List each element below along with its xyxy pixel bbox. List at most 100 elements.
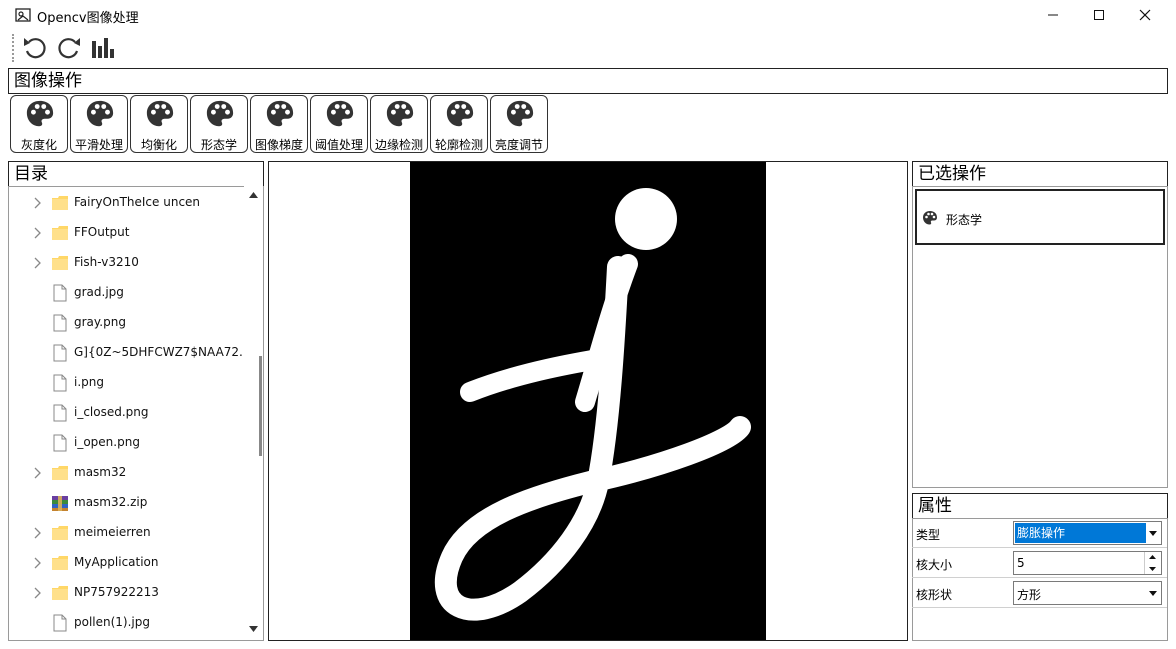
op-button-label: 平滑处理 (74, 138, 123, 152)
close-button[interactable] (1122, 0, 1168, 30)
op-button[interactable]: 形态学 (190, 95, 248, 153)
tree-item-label: MyApplication (74, 555, 159, 569)
bar-chart-icon (92, 38, 114, 58)
minimize-icon (1048, 14, 1058, 16)
file-icon (53, 614, 67, 632)
tree-item[interactable]: NP757922213 (9, 578, 254, 608)
tree-item-label: i_closed.png (74, 405, 149, 419)
close-icon (1139, 9, 1151, 21)
op-button[interactable]: 图像梯度 (250, 95, 308, 153)
palette-icon (923, 211, 937, 225)
title-bar (0, 0, 1176, 30)
folder-icon (52, 526, 68, 540)
tree-item-label: Fish-v3210 (74, 255, 139, 269)
kernel-shape-dropdown[interactable]: 方形 (1013, 581, 1162, 605)
kernel-size-value: 5 (1017, 556, 1025, 570)
directory-tree: FairyOnTheIce uncen FFOutput Fish-v3210 gra… (8, 186, 264, 641)
tree-item-label: i.png (74, 375, 104, 389)
op-button-label: 灰度化 (20, 138, 57, 152)
chevron-right-icon[interactable] (34, 257, 42, 269)
folder-icon (52, 586, 68, 600)
image-viewport[interactable] (268, 161, 908, 641)
tree-item-label: FairyOnTheIce uncen (74, 195, 201, 209)
app-icon (15, 8, 31, 22)
undo-icon (24, 38, 46, 59)
prop-row-kernel-size: 核大小 5 (912, 548, 1167, 578)
tree-item[interactable]: meimeierren (9, 518, 254, 548)
spin-up-button[interactable] (1144, 552, 1161, 563)
directory-header: 目录 (8, 161, 264, 187)
minimize-button[interactable] (1030, 0, 1076, 30)
op-button[interactable]: 轮廓检测 (430, 95, 488, 153)
chevron-right-icon[interactable] (34, 227, 42, 239)
op-button[interactable]: 灰度化 (10, 95, 68, 153)
op-button[interactable]: 亮度调节 (490, 95, 548, 153)
toolbar-grip[interactable] (12, 34, 16, 62)
tree-item-label: gray.png (74, 315, 126, 329)
chevron-right-icon[interactable] (34, 467, 42, 479)
op-button[interactable]: 阈值处理 (310, 95, 368, 153)
palette-icon (386, 100, 414, 127)
tree-item[interactable]: i_open.png (9, 428, 254, 458)
scroll-down-arrow-icon (249, 626, 258, 632)
tree-item-label: pollen(1).jpg (74, 615, 150, 629)
maximize-button[interactable] (1076, 0, 1122, 30)
tree-item[interactable]: masm32 (9, 458, 254, 488)
palette-icon (146, 100, 174, 127)
folder-icon (52, 556, 68, 570)
window-title: Opencv图像处理 (37, 11, 139, 26)
maximize-icon (1094, 10, 1104, 20)
op-button-label: 边缘检测 (374, 138, 423, 152)
palette-icon (446, 100, 474, 127)
tree-item-label: i_open.png (74, 435, 140, 449)
chevron-right-icon[interactable] (34, 197, 42, 209)
archive-icon (52, 496, 68, 511)
chevron-right-icon[interactable] (34, 527, 42, 539)
op-button-label: 阈值处理 (314, 138, 363, 152)
selected-op-label: 形态学 (946, 213, 983, 227)
spin-down-button[interactable] (1144, 563, 1161, 574)
op-button-label: 形态学 (200, 138, 237, 152)
selected-op-item[interactable]: 形态学 (915, 189, 1165, 245)
prop-label: 类型 (916, 528, 941, 542)
histogram-button[interactable] (89, 34, 117, 62)
op-button-label: 图像梯度 (254, 138, 303, 152)
palette-icon (506, 100, 534, 127)
chevron-right-icon[interactable] (34, 557, 42, 569)
prop-row-kernel-shape: 核形状 方形 (912, 578, 1167, 608)
selected-ops-panel: 形态学 (912, 186, 1168, 488)
palette-icon (326, 100, 354, 127)
tree-item[interactable]: G]{0Z~5DHFCWZ7$NAA72... (9, 338, 254, 368)
file-icon (53, 284, 67, 302)
folder-icon (52, 226, 68, 240)
prop-label: 核大小 (916, 558, 953, 572)
tree-scrollbar[interactable] (244, 186, 263, 640)
tree-item-label: grad.jpg (74, 285, 124, 299)
tree-item[interactable]: pollen(1).jpg (9, 608, 254, 638)
op-button[interactable]: 平滑处理 (70, 95, 128, 153)
tree-item-label: masm32 (74, 465, 127, 479)
tree-item[interactable]: Fish-v3210 (9, 248, 254, 278)
tree-item[interactable]: masm32.zip (9, 488, 254, 518)
type-dropdown-value: 膨胀操作 (1015, 523, 1146, 543)
op-button[interactable]: 均衡化 (130, 95, 188, 153)
tree-item-label: NP757922213 (74, 585, 159, 599)
tree-item-label: G]{0Z~5DHFCWZ7$NAA72... (74, 345, 251, 359)
tree-item[interactable]: i.png (9, 368, 254, 398)
kernel-size-spinbox[interactable]: 5 (1013, 551, 1162, 575)
tree-item[interactable]: i_closed.png (9, 398, 254, 428)
folder-icon (52, 256, 68, 270)
type-dropdown[interactable]: 膨胀操作 (1013, 521, 1162, 545)
redo-button[interactable] (55, 34, 83, 62)
chevron-right-icon[interactable] (34, 587, 42, 599)
tree-item[interactable]: MyApplication (9, 548, 254, 578)
tree-item[interactable]: FairyOnTheIce uncen (9, 188, 254, 218)
tree-item[interactable]: grad.jpg (9, 278, 254, 308)
undo-button[interactable] (21, 34, 49, 62)
scroll-up-arrow-icon (249, 192, 258, 198)
op-button[interactable]: 边缘检测 (370, 95, 428, 153)
tree-item[interactable]: FFOutput (9, 218, 254, 248)
prop-row-type: 类型 膨胀操作 (912, 518, 1167, 548)
tree-item[interactable]: gray.png (9, 308, 254, 338)
folder-icon (52, 466, 68, 480)
